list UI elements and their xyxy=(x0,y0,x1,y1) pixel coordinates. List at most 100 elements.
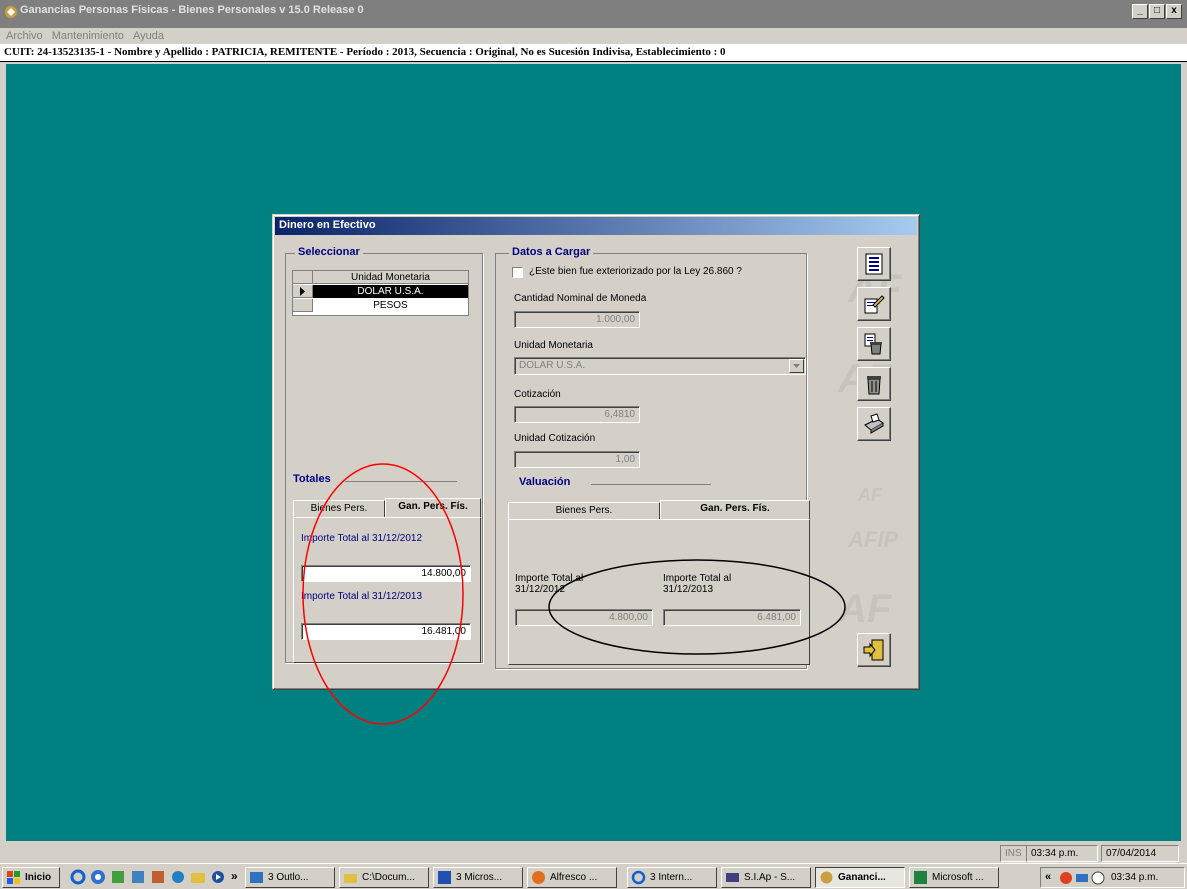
trash-icon xyxy=(867,376,881,395)
ie-icon[interactable] xyxy=(70,869,86,885)
valuacion-rule xyxy=(591,484,711,485)
valuacion-label-2012-line1: Importe Total al xyxy=(515,573,584,584)
menu-mantenimiento[interactable]: Mantenimiento xyxy=(52,30,124,42)
list-icon xyxy=(865,253,883,275)
application-window: Ganancias Personas Físicas - Bienes Pers… xyxy=(0,0,1187,889)
excel-icon xyxy=(914,871,927,884)
delete-document-button[interactable] xyxy=(857,327,891,361)
word-icon xyxy=(438,871,451,884)
dialog-title: Dinero en Efectivo xyxy=(279,219,376,231)
taskbar: Inicio » 3 Outlo... C:\Docum... 3 Micros… xyxy=(0,863,1187,889)
unidad-cotizacion-input[interactable]: 1,00 xyxy=(514,451,640,468)
taxpayer-info-bar: CUIT: 24-13523135-1 - Nombre y Apellido … xyxy=(0,44,1187,62)
system-tray: « 03:34 p.m. xyxy=(1040,867,1185,888)
valuacion-value-2012: 4.800,00 xyxy=(515,609,653,626)
folder-icon xyxy=(344,874,357,883)
taskbar-item-siap[interactable]: S.I.Ap - S... xyxy=(721,867,811,888)
valuacion-legend: Valuación xyxy=(516,476,574,488)
outlook-icon xyxy=(250,872,263,883)
tray-chevron[interactable]: « xyxy=(1045,871,1051,883)
exteriorizado-label: ¿Este bien fue exteriorizado por la Ley … xyxy=(529,266,742,277)
exit-door-icon xyxy=(863,639,884,661)
unidad-monetaria-value: DOLAR U.S.A. xyxy=(519,360,586,371)
seleccionar-legend: Seleccionar xyxy=(295,246,363,258)
app-icon[interactable] xyxy=(130,869,146,885)
taskbar-item-word[interactable]: 3 Micros... xyxy=(433,867,523,888)
totales-label-2012: Importe Total al 31/12/2012 xyxy=(301,533,423,544)
folder-icon[interactable] xyxy=(190,869,206,885)
taskbar-item-label: S.I.Ap - S... xyxy=(744,872,796,883)
valuacion-tab-ganancias[interactable]: Gan. Pers. Fís. xyxy=(660,500,810,520)
start-label: Inicio xyxy=(25,872,52,883)
network-icon[interactable] xyxy=(1075,871,1089,885)
tray-icon[interactable] xyxy=(1059,871,1073,885)
taskbar-item-outlook[interactable]: 3 Outlo... xyxy=(245,867,335,888)
totales-legend: Totales xyxy=(290,473,334,485)
taxpayer-info-text: CUIT: 24-13523135-1 - Nombre y Apellido … xyxy=(4,46,726,58)
totales-value-2013: 16.481,00 xyxy=(301,623,471,640)
taskbar-item-excel[interactable]: Microsoft ... xyxy=(909,867,999,888)
start-button[interactable]: Inicio xyxy=(2,867,60,888)
exit-button[interactable] xyxy=(857,633,891,667)
currency-grid[interactable]: Unidad Monetaria DOLAR U.S.A. PESOS xyxy=(292,270,469,316)
valuacion-tab-bienes[interactable]: Bienes Pers. xyxy=(508,502,660,520)
chevron-down-icon[interactable] xyxy=(789,359,804,373)
grid-header: Unidad Monetaria xyxy=(293,271,468,284)
status-time: 03:34 p.m. xyxy=(1026,845,1098,862)
list-button[interactable] xyxy=(857,247,891,281)
browser-icon[interactable] xyxy=(90,869,106,885)
valuacion-label-2013-line2: 31/12/2013 xyxy=(663,584,714,595)
taskbar-item-internet[interactable]: 3 Intern... xyxy=(627,867,717,888)
exteriorizado-checkbox[interactable] xyxy=(512,267,523,278)
taskbar-item-label: Alfresco ... xyxy=(550,872,598,883)
valuacion-value-2013: 6.481,00 xyxy=(663,609,801,626)
valuacion-label-2013-line1: Importe Total al xyxy=(663,573,732,584)
totales-value-2012: 14.800,00 xyxy=(301,565,471,582)
totales-label-2013: Importe Total al 31/12/2013 xyxy=(301,591,423,602)
taskbar-item-alfresco[interactable]: Alfresco ... xyxy=(527,867,617,888)
grid-row-dolar[interactable]: DOLAR U.S.A. xyxy=(293,285,468,298)
edit-icon xyxy=(864,295,885,314)
taskbar-item-label: 3 Outlo... xyxy=(268,872,309,883)
print-button[interactable] xyxy=(857,407,891,441)
taskbar-item-explorer[interactable]: C:\Docum... xyxy=(339,867,429,888)
app-icon[interactable] xyxy=(170,869,186,885)
dialog-title-bar[interactable]: Dinero en Efectivo xyxy=(275,217,917,235)
datos-legend: Datos a Cargar xyxy=(509,246,594,258)
unidad-monetaria-label: Unidad Monetaria xyxy=(514,340,593,351)
totales-tab-bienes[interactable]: Bienes Pers. xyxy=(293,500,385,518)
cotizacion-label: Cotización xyxy=(514,389,561,400)
cotizacion-input[interactable]: 6,4810 xyxy=(514,406,640,423)
app-icon[interactable] xyxy=(150,869,166,885)
minimize-button[interactable]: _ xyxy=(1132,4,1148,19)
ie-icon xyxy=(631,870,646,885)
valuacion-label-2012-line2: 31/12/2012 xyxy=(515,584,566,595)
menu-archivo[interactable]: Archivo xyxy=(6,30,43,42)
windows-logo-icon xyxy=(7,871,20,884)
tray-icon[interactable] xyxy=(1091,871,1105,885)
taskbar-item-ganancias[interactable]: Gananci... xyxy=(815,867,905,888)
quicklaunch-chevron[interactable]: » xyxy=(231,869,238,883)
taskbar-item-label: 3 Micros... xyxy=(456,872,503,883)
taskbar-item-label: C:\Docum... xyxy=(362,872,415,883)
app-icon[interactable] xyxy=(110,869,126,885)
maximize-button[interactable]: □ xyxy=(1149,4,1165,19)
firefox-icon xyxy=(532,871,545,884)
title-bar[interactable]: Ganancias Personas Físicas - Bienes Pers… xyxy=(0,0,1187,28)
unidad-monetaria-select[interactable]: DOLAR U.S.A. xyxy=(514,357,806,375)
window-title: Ganancias Personas Físicas - Bienes Pers… xyxy=(20,4,364,16)
grid-header-label: Unidad Monetaria xyxy=(351,272,430,283)
trash-button[interactable] xyxy=(857,367,891,401)
cantidad-input[interactable]: 1.000,00 xyxy=(514,311,640,328)
row-indicator xyxy=(293,299,313,312)
unidad-cotizacion-label: Unidad Cotización xyxy=(514,433,596,444)
totales-tab-ganancias[interactable]: Gan. Pers. Fís. xyxy=(385,498,481,518)
edit-button[interactable] xyxy=(857,287,891,321)
grid-corner xyxy=(293,271,313,284)
media-icon[interactable] xyxy=(210,869,226,885)
cantidad-label: Cantidad Nominal de Moneda xyxy=(514,293,647,304)
grid-row-pesos[interactable]: PESOS xyxy=(293,299,468,312)
close-button[interactable]: x xyxy=(1166,4,1182,19)
menu-ayuda[interactable]: Ayuda xyxy=(133,30,164,42)
grid-cell: PESOS xyxy=(373,300,408,311)
